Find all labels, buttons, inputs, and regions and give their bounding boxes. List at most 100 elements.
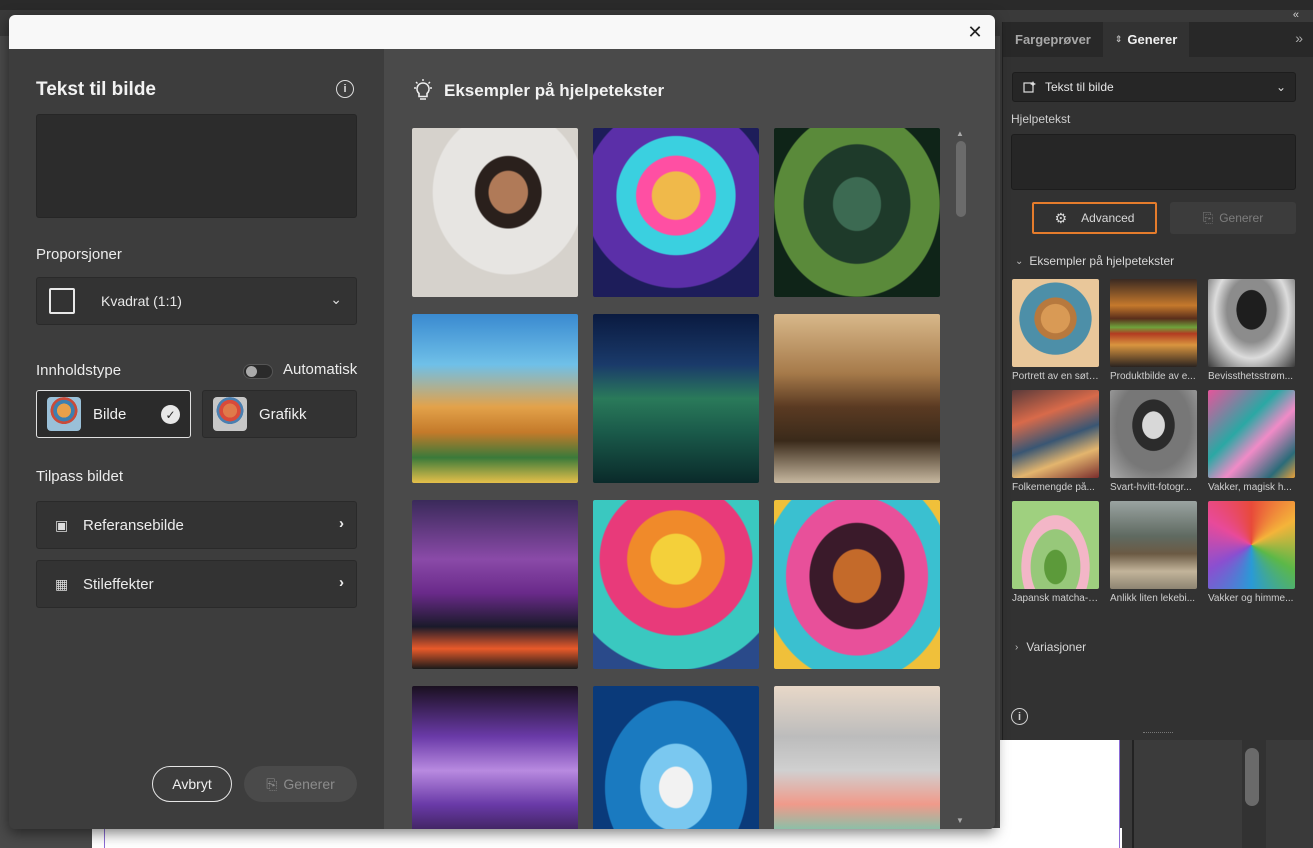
- proportions-select[interactable]: Kvadrat (1:1) ⌄: [36, 277, 357, 325]
- example-item[interactable]: Vakker, magisk h...: [1208, 390, 1295, 493]
- scroll-up-icon[interactable]: ▲: [956, 129, 964, 138]
- prompt-input[interactable]: [1011, 134, 1296, 190]
- chevron-right-icon: ›: [339, 574, 344, 591]
- examples-heading: Eksempler på hjelpetekster: [444, 81, 665, 100]
- document-scrollbar-thumb[interactable]: [1245, 748, 1259, 806]
- type-photo-button[interactable]: Bilde ✓: [36, 390, 191, 438]
- app-topbar: [0, 0, 1313, 10]
- example-item[interactable]: Svart-hvitt-fotogr...: [1110, 390, 1197, 493]
- checkmark-icon: ✓: [161, 405, 180, 424]
- document-page: [92, 828, 1122, 848]
- examples-scrollbar[interactable]: ▲ ▼: [955, 129, 967, 825]
- can-water-splash-image[interactable]: [593, 686, 759, 829]
- example-item[interactable]: Portrett av en søt,...: [1012, 279, 1099, 382]
- happy-birthday-balloons-image[interactable]: [412, 686, 578, 829]
- burger-product-thumb: [1110, 279, 1197, 367]
- tab-label: Generer: [1127, 32, 1178, 47]
- example-caption: Produktbilde av e...: [1110, 371, 1196, 382]
- afro-woman-portrait-image[interactable]: [774, 500, 940, 669]
- underwater-castle-image[interactable]: [593, 314, 759, 483]
- panel-resize-grip[interactable]: [1143, 732, 1173, 738]
- examples-header: Eksempler på hjelpetekster: [412, 79, 664, 103]
- text-to-image-icon: [1023, 81, 1036, 93]
- toggle-knob: [246, 366, 257, 377]
- steampunk-ship-image[interactable]: [774, 314, 940, 483]
- example-caption: Vakker, magisk h...: [1208, 482, 1292, 493]
- example-caption: Vakker og himme...: [1208, 593, 1294, 604]
- panel-tabs: Fargeprøver ⇕ Generer »: [1003, 22, 1313, 57]
- type-graphic-button[interactable]: Grafikk: [202, 390, 357, 438]
- reference-image-row[interactable]: ▣ Referansebilde ›: [36, 501, 357, 549]
- scrollbar-thumb[interactable]: [956, 141, 966, 217]
- horses-sunset-image[interactable]: [593, 500, 759, 669]
- purple-sports-car-image[interactable]: [412, 500, 578, 669]
- style-label: Stileffekter: [83, 575, 154, 593]
- info-icon[interactable]: i: [336, 80, 354, 98]
- prompt-label: Hjelpetekst: [1011, 112, 1071, 126]
- mode-select[interactable]: Tekst til bilde ⌄: [1012, 72, 1296, 102]
- dialog-header: ✕: [9, 15, 995, 49]
- lightbulb-icon: [414, 79, 432, 100]
- example-item[interactable]: Folkemengde på...: [1012, 390, 1099, 493]
- pasteboard: [1132, 740, 1242, 848]
- example-item[interactable]: Vakker og himme...: [1208, 501, 1295, 604]
- reference-label: Referansebilde: [83, 516, 184, 534]
- jungle-statue-image[interactable]: [774, 128, 940, 297]
- text-to-image-dialog: ✕ Tekst til bilde i Proporsjoner Kvadrat…: [9, 15, 995, 829]
- proportions-label: Proporsjoner: [36, 246, 122, 263]
- example-caption: Portrett av en søt,...: [1012, 371, 1099, 382]
- gear-icon: ⚙: [1054, 209, 1068, 226]
- tab-generer[interactable]: ⇕ Generer: [1102, 22, 1190, 57]
- panel-menu-icon[interactable]: »: [1295, 30, 1303, 46]
- examples-pane: Eksempler på hjelpetekster ▲ ▼: [384, 49, 995, 829]
- auto-toggle[interactable]: [243, 364, 273, 379]
- examples-heading: Eksempler på hjelpetekster: [1029, 254, 1175, 268]
- example-item[interactable]: Japansk matcha-s...: [1012, 501, 1099, 604]
- generate-button[interactable]: ⎘ Generer: [244, 766, 357, 802]
- generate-icon: ⎘: [1202, 210, 1214, 225]
- matcha-scene-thumb: [1012, 501, 1099, 589]
- chevron-right-icon: ›: [1015, 641, 1019, 653]
- advanced-button[interactable]: ⚙ Advanced: [1032, 202, 1157, 234]
- chevron-down-icon: ⌄: [330, 291, 342, 307]
- kitten-portrait-thumb: [1012, 279, 1099, 367]
- toy-car-thumb: [1110, 501, 1197, 589]
- info-icon[interactable]: i: [1011, 708, 1028, 725]
- scroll-down-icon[interactable]: ▼: [956, 816, 964, 825]
- auto-label: Automatisk: [283, 361, 358, 378]
- tree-surreal-thumb: [1208, 279, 1295, 367]
- laptop-desk-image[interactable]: [774, 686, 940, 829]
- cancel-button[interactable]: Avbryt: [152, 766, 232, 802]
- examples-toggle[interactable]: ⌄ Eksempler på hjelpetekster: [1015, 254, 1174, 268]
- giraffes-city-image[interactable]: [412, 314, 578, 483]
- example-item[interactable]: Produktbilde av e...: [1110, 279, 1197, 382]
- balloon-graphic-icon: [213, 397, 247, 431]
- collapse-panels-icon[interactable]: «: [1293, 9, 1299, 21]
- origami-star-thumb: [1208, 501, 1295, 589]
- close-icon[interactable]: ✕: [965, 22, 985, 42]
- generate-label: Generer: [1219, 211, 1264, 225]
- flamingo-garden-thumb: [1208, 390, 1295, 478]
- reference-image-icon: ▣: [55, 516, 69, 533]
- generate-icon: ⎘: [266, 775, 278, 792]
- proportions-value: Kvadrat (1:1): [101, 293, 182, 309]
- advanced-label: Advanced: [1081, 211, 1135, 225]
- prompt-input[interactable]: [36, 114, 357, 218]
- variations-toggle[interactable]: › Variasjoner: [1015, 640, 1086, 654]
- balloon-photo-icon: [47, 397, 81, 431]
- style-effects-row[interactable]: ▦ Stileffekter ›: [36, 560, 357, 608]
- document-page-right: [1000, 740, 1120, 848]
- generate-panel: Fargeprøver ⇕ Generer » Tekst til bilde ⌄…: [1002, 22, 1313, 740]
- neon-dog-sunglasses-image[interactable]: [593, 128, 759, 297]
- chevron-right-icon: ›: [339, 515, 344, 532]
- type-graphic-label: Grafikk: [259, 405, 307, 423]
- panel-generate-button[interactable]: ⎘ Generer: [1170, 202, 1296, 234]
- woman-profile-portrait-image[interactable]: [412, 128, 578, 297]
- tab-label: Fargeprøver: [1015, 32, 1091, 47]
- example-item[interactable]: Anlikk liten lekebi...: [1110, 501, 1197, 604]
- tab-fargeprover[interactable]: Fargeprøver: [1003, 22, 1103, 57]
- example-item[interactable]: Bevissthetsstrøm...: [1208, 279, 1295, 382]
- sort-icon: ⇕: [1114, 34, 1123, 44]
- example-image-grid: [412, 128, 940, 829]
- chevron-down-icon: ⌄: [1015, 255, 1024, 267]
